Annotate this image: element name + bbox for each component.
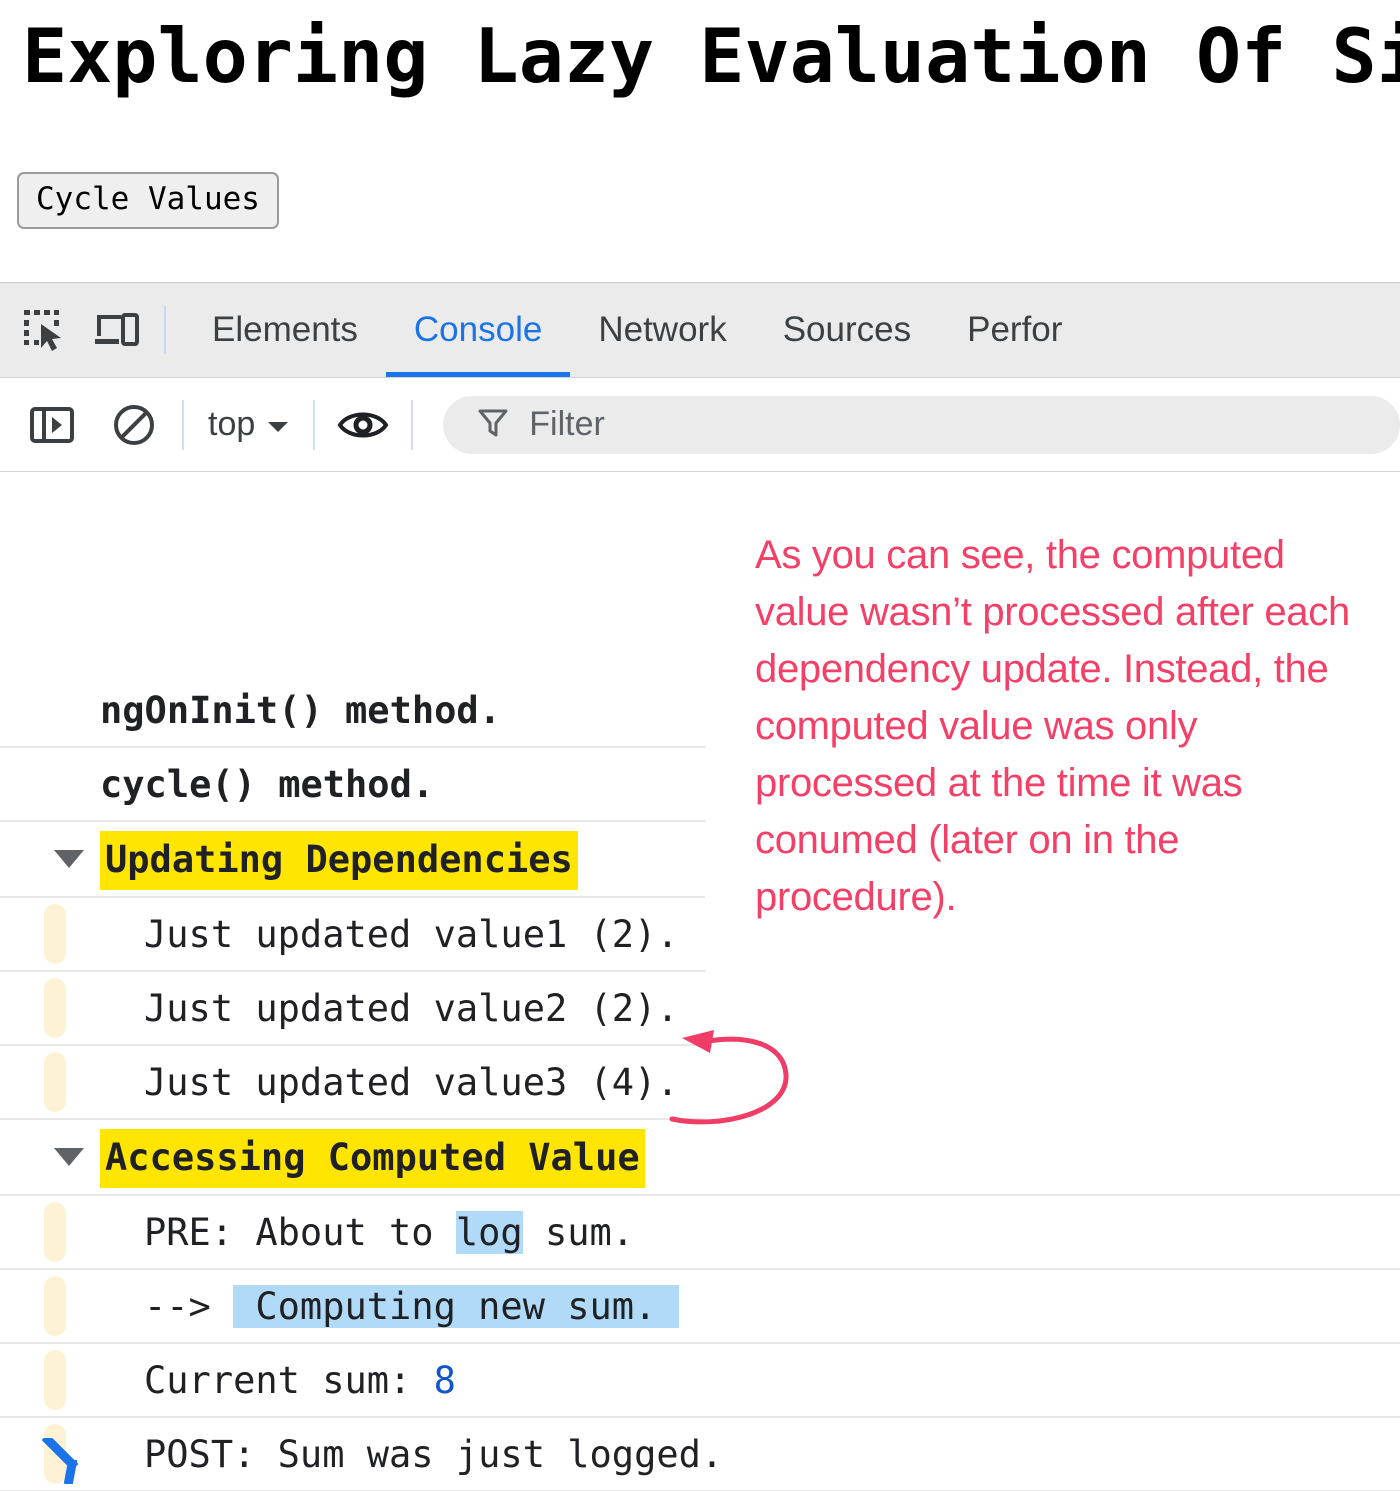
console-message-row: PRE: About to log sum. — [0, 1196, 1400, 1270]
console-prompt[interactable] — [0, 1438, 1400, 1490]
console-text-span: Just updated value2 (2). — [144, 986, 679, 1030]
clear-console-icon[interactable] — [106, 397, 162, 453]
cycle-values-button[interactable]: Cycle Values — [17, 172, 279, 229]
console-message-text: Current sum: 8 — [144, 1362, 456, 1399]
toolbar-divider — [182, 399, 184, 450]
console-filter-placeholder: Filter — [529, 405, 605, 443]
console-message-text: Updating Dependencies — [100, 830, 578, 890]
console-message-text: Accessing Computed Value — [100, 1128, 645, 1188]
group-indent-bar — [44, 1052, 66, 1112]
console-group-header[interactable]: Accessing Computed Value — [0, 1120, 1400, 1196]
toolbar-divider — [313, 399, 316, 450]
toolbar-divider — [164, 306, 166, 354]
page-title: Exploring Lazy Evaluation Of Sig — [22, 12, 1400, 100]
console-number-value: 8 — [433, 1358, 456, 1402]
toolbar-divider — [411, 399, 414, 450]
console-text-span: cycle() method. — [100, 762, 435, 806]
group-indent-bar — [44, 1202, 66, 1262]
tab-performance[interactable]: Perfor — [939, 283, 1090, 377]
prompt-chevron-icon — [41, 1438, 82, 1490]
console-filter-box[interactable]: Filter — [443, 395, 1400, 454]
console-sidebar-icon[interactable] — [24, 397, 80, 453]
console-message-text: --> Computing new sum. — [144, 1284, 679, 1328]
filter-funnel-icon — [477, 406, 509, 443]
yellow-highlight-span: Accessing Computed Value — [100, 1128, 645, 1188]
inspect-element-icon[interactable] — [14, 300, 74, 360]
live-expression-eye-icon[interactable] — [335, 397, 391, 453]
console-message-text: cycle() method. — [100, 766, 434, 803]
blue-highlight-span: Computing new sum. — [233, 1284, 679, 1328]
yellow-highlight-span: Updating Dependencies — [100, 830, 578, 890]
group-disclosure-triangle-icon[interactable] — [54, 850, 84, 868]
tab-console[interactable]: Console — [385, 283, 571, 377]
console-message-text: Just updated value1 (2). — [144, 916, 679, 953]
console-message-row: --> Computing new sum. — [0, 1270, 1400, 1344]
console-text-span: Just updated value3 (4). — [144, 1060, 679, 1104]
console-message-row: Just updated value3 (4). — [0, 1046, 1400, 1120]
device-toolbar-icon[interactable] — [86, 300, 146, 360]
console-context-selector[interactable]: top — [204, 405, 293, 444]
tab-sources[interactable]: Sources — [755, 283, 939, 377]
group-indent-bar — [44, 978, 66, 1038]
blue-highlight-span: log — [455, 1210, 523, 1254]
tab-network[interactable]: Network — [570, 283, 754, 377]
chevron-down-icon — [267, 405, 289, 444]
devtools-tab-bar: Elements Console Network Sources Perfor — [0, 283, 1400, 378]
console-text-span: Current sum: — [144, 1358, 434, 1402]
console-text-span: Just updated value1 (2). — [144, 912, 679, 956]
console-message-text: ngOnInit() method. — [100, 692, 501, 729]
console-text-span: ngOnInit() method. — [100, 688, 501, 732]
console-text-span: sum. — [522, 1210, 635, 1254]
group-indent-bar — [44, 1350, 66, 1410]
annotation-note: As you can see, the computed value wasn’… — [755, 533, 1350, 919]
console-message-text: Just updated value3 (4). — [144, 1064, 679, 1101]
console-message-text: PRE: About to log sum. — [144, 1210, 635, 1254]
group-indent-bar — [44, 1276, 66, 1336]
group-disclosure-triangle-icon[interactable] — [54, 1148, 84, 1166]
console-message-row: Just updated value2 (2). — [0, 972, 1400, 1046]
console-message-row: Current sum: 8 — [0, 1344, 1400, 1418]
tab-elements[interactable]: Elements — [184, 283, 386, 377]
group-indent-bar — [44, 904, 66, 964]
console-toolbar: top Filter — [0, 378, 1400, 472]
console-text-span: PRE: About to — [144, 1210, 456, 1254]
app-page-region: Exploring Lazy Evaluation Of Sig Cycle V… — [0, 0, 1400, 282]
console-text-span: --> — [144, 1284, 234, 1328]
console-context-label: top — [208, 405, 256, 443]
console-message-text: Just updated value2 (2). — [144, 990, 679, 1027]
